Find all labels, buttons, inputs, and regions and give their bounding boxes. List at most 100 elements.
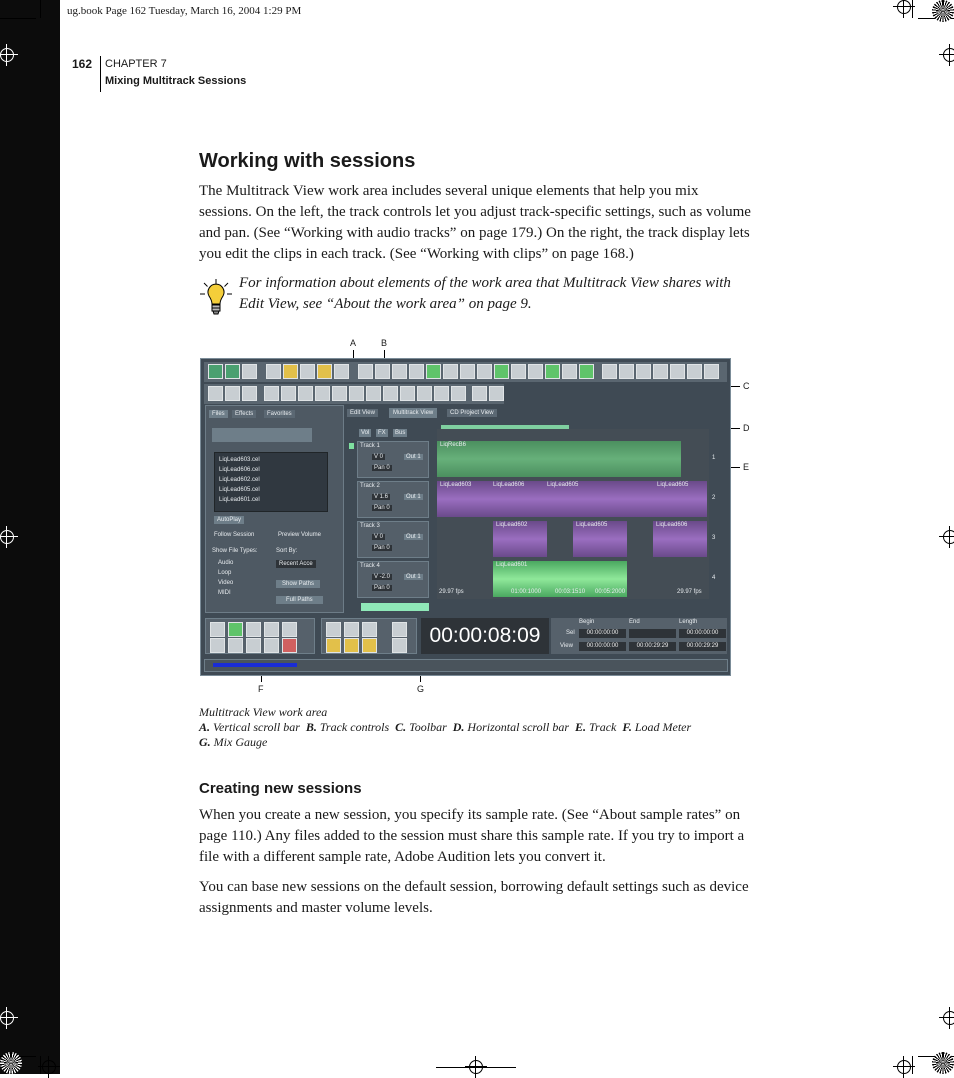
full-paths-button[interactable]: Full Paths [276, 596, 323, 604]
sel-begin-field[interactable]: 00:00:00:00 [579, 629, 626, 638]
file-item[interactable]: LiqLead603.cel [219, 457, 260, 463]
track-volume[interactable]: V -2.0 [372, 574, 393, 580]
zoom-vertical-out-icon[interactable] [392, 638, 407, 653]
track-output[interactable]: Out 1 [404, 574, 423, 580]
audio-clip[interactable]: LiqRecB6 [437, 441, 681, 477]
show-type-audio[interactable]: Audio [218, 560, 233, 566]
file-item[interactable]: LiqLead601.cel [219, 497, 260, 503]
toolbar-icon[interactable] [562, 364, 577, 379]
fast-forward-icon[interactable] [246, 638, 261, 653]
tab-multitrack-view[interactable]: Multitrack View [389, 408, 438, 418]
track-output[interactable]: Out 1 [404, 454, 423, 460]
stop-icon[interactable] [210, 622, 225, 637]
toolbar-icon[interactable] [283, 364, 298, 379]
toolbar-icon[interactable] [409, 364, 424, 379]
toolbar-icon[interactable] [511, 364, 526, 379]
follow-session-checkbox[interactable]: Follow Session [214, 532, 254, 538]
pause-icon[interactable] [246, 622, 261, 637]
show-type-midi[interactable]: MIDI [218, 590, 231, 596]
toolbar-icon[interactable] [375, 364, 390, 379]
toolbar-icon[interactable] [242, 386, 257, 401]
toolbar-icon[interactable] [366, 386, 381, 401]
toolbar-icon[interactable] [315, 386, 330, 401]
toolbar-icon[interactable] [383, 386, 398, 401]
toolbar-icon[interactable] [670, 364, 685, 379]
toolbar-icon[interactable] [489, 386, 504, 401]
toolbar-icon[interactable] [602, 364, 617, 379]
toolbar-icon[interactable] [636, 364, 651, 379]
audio-clip[interactable]: LiqLead606 [653, 521, 707, 557]
toolbar-icon[interactable] [528, 364, 543, 379]
zoom-left-icon[interactable] [326, 638, 341, 653]
zoom-vertical-in-icon[interactable] [392, 622, 407, 637]
track-pan[interactable]: Pan 0 [372, 585, 392, 591]
toolbar-icon[interactable] [687, 364, 702, 379]
toolbar-icon[interactable] [545, 364, 560, 379]
toolbar-icon[interactable] [225, 386, 240, 401]
sort-by-select[interactable]: Recent Acce [276, 560, 316, 568]
organizer-tab-files[interactable]: Files [209, 410, 228, 418]
track-volume[interactable]: V 0 [372, 454, 386, 460]
view-end-field[interactable]: 00:00:29:29 [629, 642, 676, 651]
record-icon[interactable] [282, 638, 297, 653]
toolbar-icon[interactable] [434, 386, 449, 401]
organizer-tab-favorites[interactable]: Favorites [264, 410, 295, 418]
show-paths-button[interactable]: Show Paths [276, 580, 321, 588]
organizer-tab-effects[interactable]: Effects [232, 410, 257, 418]
track-pan[interactable]: Pan 0 [372, 505, 392, 511]
play-from-cursor-icon[interactable] [264, 622, 279, 637]
toolbar-icon[interactable] [281, 386, 296, 401]
toolbar-icon[interactable] [225, 364, 240, 379]
view-begin-field[interactable]: 00:00:00:00 [579, 642, 626, 651]
show-type-loop[interactable]: Loop [218, 570, 231, 576]
track-pan[interactable]: Pan 0 [372, 465, 392, 471]
toolbar-icon[interactable] [443, 364, 458, 379]
track-pan[interactable]: Pan 0 [372, 545, 392, 551]
toolbar-icon[interactable] [317, 364, 332, 379]
track-output[interactable]: Out 1 [404, 494, 423, 500]
toolbar-icon[interactable] [264, 386, 279, 401]
zoom-full-icon[interactable] [362, 622, 377, 637]
track-name[interactable]: Track 4 [360, 563, 380, 569]
bus-filter-button[interactable]: Bus [393, 429, 408, 437]
track-name[interactable]: Track 3 [360, 523, 380, 529]
toolbar-icon[interactable] [400, 386, 415, 401]
zoom-selection-icon[interactable] [362, 638, 377, 653]
toolbar-icon[interactable] [208, 386, 223, 401]
track-volume[interactable]: V 1.6 [372, 494, 391, 500]
zoom-in-icon[interactable] [326, 622, 341, 637]
loop-icon[interactable] [282, 622, 297, 637]
toolbar-icon[interactable] [298, 386, 313, 401]
audio-clip[interactable]: LiqLead603 LiqLead606 LiqLead605 LiqLead… [437, 481, 707, 517]
track-name[interactable]: Track 2 [360, 483, 380, 489]
go-to-end-icon[interactable] [264, 638, 279, 653]
sel-length-field[interactable]: 00:00:00:00 [679, 629, 726, 638]
toolbar-icon[interactable] [619, 364, 634, 379]
file-item[interactable]: LiqLead605.cel [219, 487, 260, 493]
track-volume[interactable]: V 0 [372, 534, 386, 540]
toolbar-icon[interactable] [460, 364, 475, 379]
toolbar-icon[interactable] [451, 386, 466, 401]
toolbar-icon[interactable] [704, 364, 719, 379]
toolbar-icon[interactable] [300, 364, 315, 379]
toolbar-icon[interactable] [494, 364, 509, 379]
vol-filter-button[interactable]: Vol [359, 429, 372, 437]
play-icon[interactable] [228, 622, 243, 637]
toolbar-icon[interactable] [358, 364, 373, 379]
show-type-video[interactable]: Video [218, 580, 233, 586]
zoom-out-icon[interactable] [344, 622, 359, 637]
vertical-scroll-bar[interactable] [349, 443, 354, 449]
toolbar-icon[interactable] [653, 364, 668, 379]
toolbar-icon[interactable] [334, 364, 349, 379]
toolbar-icon[interactable] [477, 364, 492, 379]
rewind-icon[interactable] [228, 638, 243, 653]
toolbar-icon[interactable] [242, 364, 257, 379]
file-item[interactable]: LiqLead602.cel [219, 477, 260, 483]
toolbar-icon[interactable] [349, 386, 364, 401]
toolbar-icon[interactable] [332, 386, 347, 401]
autoplay-button[interactable]: AutoPlay [214, 516, 245, 524]
fx-filter-button[interactable]: FX [376, 429, 388, 437]
toolbar-icon[interactable] [472, 386, 487, 401]
zoom-right-icon[interactable] [344, 638, 359, 653]
toolbar-icon[interactable] [208, 364, 223, 379]
